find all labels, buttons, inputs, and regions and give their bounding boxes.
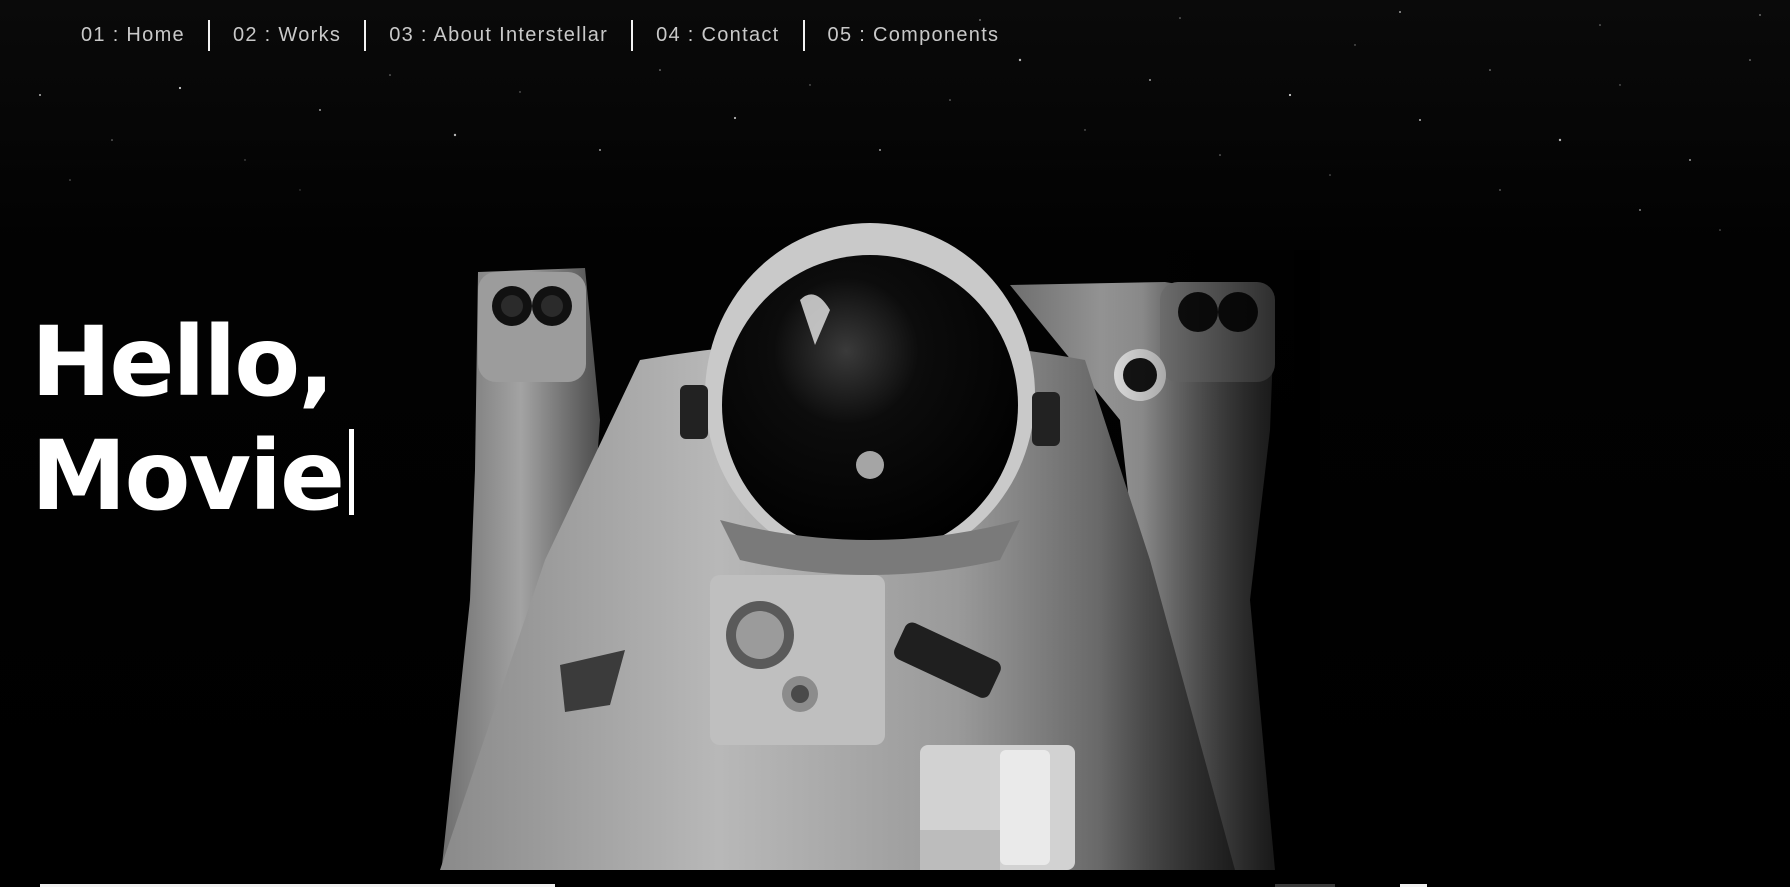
hero-typed-word: Movie <box>31 420 345 532</box>
hero-heading-line-1: Hello, <box>31 306 335 418</box>
nav-link-contact[interactable]: 04 : Contact <box>633 18 802 52</box>
nav-link-home[interactable]: 01 : Home <box>58 18 208 52</box>
astronaut-figure <box>440 223 1320 887</box>
top-navigation: 01 : Home 02 : Works 03 : About Interste… <box>58 18 1022 52</box>
hero-heading-line-2: Movie <box>31 419 355 533</box>
typing-caret <box>349 429 355 515</box>
bottom-strip <box>0 880 1790 887</box>
nav-link-works[interactable]: 02 : Works <box>210 18 364 52</box>
nav-link-about[interactable]: 03 : About Interstellar <box>366 18 631 52</box>
hero-heading: Hello, Movie <box>31 305 355 533</box>
nav-link-components[interactable]: 05 : Components <box>805 18 1023 52</box>
